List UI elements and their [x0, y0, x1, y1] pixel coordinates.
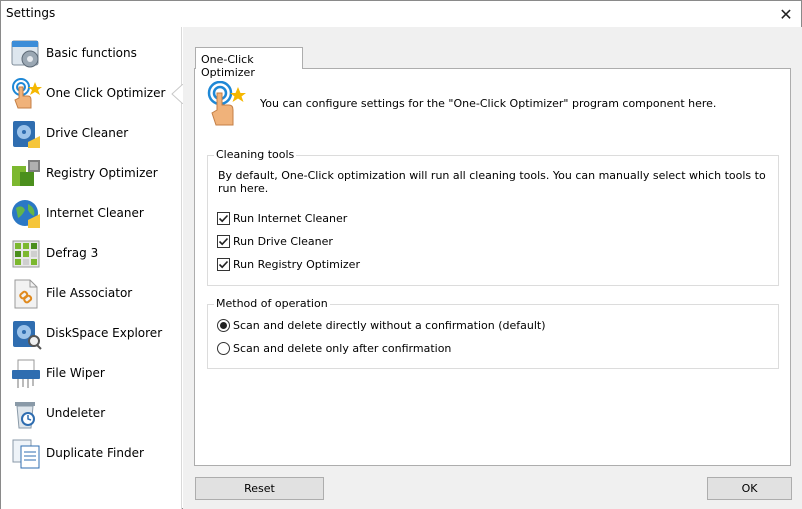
sidebar-item-one-click-optimizer[interactable]: One Click Optimizer — [1, 74, 183, 114]
sidebar-item-label: Drive Cleaner — [46, 126, 129, 140]
one-click-optimizer-icon — [12, 78, 42, 109]
group-title: Method of operation — [214, 297, 330, 310]
sidebar-item-drive-cleaner[interactable]: Drive Cleaner — [1, 114, 182, 154]
radio-button[interactable] — [217, 319, 230, 332]
sidebar-item-label: Internet Cleaner — [46, 206, 144, 220]
sidebar-item-defrag[interactable]: Defrag 3 — [1, 234, 182, 274]
run-registry-optimizer-checkbox[interactable]: Run Registry Optimizer — [217, 258, 360, 271]
run-drive-cleaner-checkbox[interactable]: Run Drive Cleaner — [217, 235, 333, 248]
sidebar-item-label: Undeleter — [46, 406, 106, 420]
settings-window: Settings ✕ Basic functions One Click Opt… — [0, 0, 802, 509]
check-icon — [218, 237, 229, 246]
drive-cleaner-icon — [13, 121, 40, 148]
ok-button[interactable]: OK — [707, 477, 792, 500]
duplicate-finder-icon — [12, 439, 40, 469]
sidebar-item-file-wiper[interactable]: File Wiper — [1, 354, 182, 394]
checkbox-label: Run Drive Cleaner — [233, 235, 333, 248]
internet-cleaner-icon — [12, 200, 40, 228]
reset-button[interactable]: Reset — [195, 477, 324, 500]
checkbox[interactable] — [217, 235, 230, 248]
sidebar-item-label: Defrag 3 — [46, 246, 99, 260]
sidebar-item-label: Duplicate Finder — [46, 446, 144, 460]
sidebar-item-label: Basic functions — [46, 46, 137, 60]
close-icon: ✕ — [779, 4, 793, 24]
undeleter-icon — [15, 402, 35, 429]
defrag-icon — [12, 240, 40, 268]
settings-content: One-Click Optimizer You can configure se… — [183, 27, 802, 509]
scan-delete-direct-radio[interactable]: Scan and delete directly without a confi… — [217, 319, 546, 332]
diskspace-explorer-icon — [13, 321, 42, 350]
basic-functions-icon — [11, 40, 39, 68]
checkbox-label: Run Registry Optimizer — [233, 258, 360, 271]
selection-pointer-icon — [171, 84, 183, 104]
run-internet-cleaner-checkbox[interactable]: Run Internet Cleaner — [217, 212, 347, 225]
window-title: Settings — [6, 6, 56, 20]
close-button[interactable]: ✕ — [771, 1, 801, 27]
scan-delete-after-confirmation-radio[interactable]: Scan and delete only after confirmation — [217, 342, 451, 355]
tab-panel: You can configure settings for the "One-… — [194, 68, 791, 466]
title-bar: Settings ✕ — [1, 1, 801, 27]
group-description: By default, One-Click optimization will … — [218, 169, 766, 195]
radio-label: Scan and delete only after confirmation — [233, 342, 452, 355]
cleaning-tools-group: Cleaning tools By default, One-Click opt… — [207, 148, 779, 286]
sidebar-item-registry-optimizer[interactable]: Registry Optimizer — [1, 154, 182, 194]
sidebar-item-label: DiskSpace Explorer — [46, 326, 163, 340]
sidebar-item-file-associator[interactable]: File Associator — [1, 274, 182, 314]
sidebar-item-internet-cleaner[interactable]: Internet Cleaner — [1, 194, 182, 234]
check-icon — [218, 260, 229, 269]
sidebar-item-label: File Wiper — [46, 366, 105, 380]
file-associator-icon — [14, 279, 38, 309]
radio-button[interactable] — [217, 342, 230, 355]
file-wiper-icon — [12, 359, 40, 388]
registry-optimizer-icon — [12, 160, 40, 186]
checkbox[interactable] — [217, 212, 230, 225]
sidebar-item-diskspace-explorer[interactable]: DiskSpace Explorer — [1, 314, 182, 354]
sidebar-item-duplicate-finder[interactable]: Duplicate Finder — [1, 434, 182, 474]
checkbox-label: Run Internet Cleaner — [233, 212, 348, 225]
check-icon — [218, 214, 229, 223]
sidebar-item-label: One Click Optimizer — [46, 86, 166, 100]
one-click-optimizer-icon — [207, 81, 246, 126]
tab-one-click-optimizer[interactable]: One-Click Optimizer — [195, 47, 303, 79]
sidebar: Basic functions One Click Optimizer Driv… — [1, 27, 183, 509]
method-of-operation-group: Method of operation Scan and delete dire… — [207, 297, 779, 369]
radio-label: Scan and delete directly without a confi… — [233, 319, 546, 332]
radio-selected-dot — [220, 322, 227, 329]
intro-text: You can configure settings for the "One-… — [260, 97, 717, 110]
sidebar-item-basic-functions[interactable]: Basic functions — [1, 34, 182, 74]
group-title: Cleaning tools — [214, 148, 297, 161]
sidebar-item-label: Registry Optimizer — [46, 166, 158, 180]
sidebar-item-label: File Associator — [46, 286, 133, 300]
checkbox[interactable] — [217, 258, 230, 271]
sidebar-item-undeleter[interactable]: Undeleter — [1, 394, 182, 434]
